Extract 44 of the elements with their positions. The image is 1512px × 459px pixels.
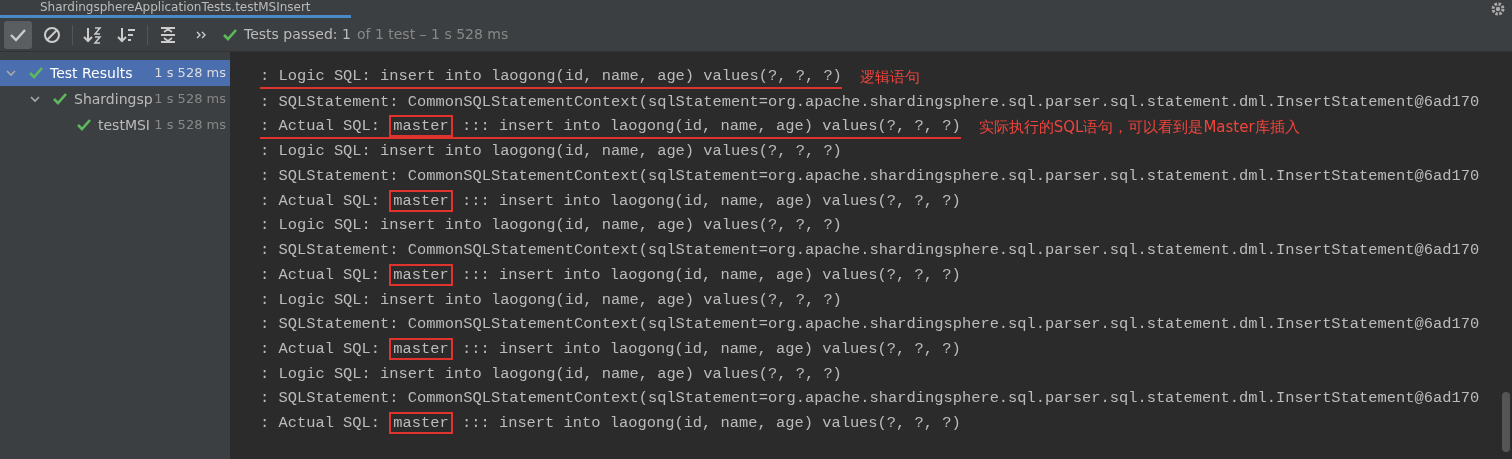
settings-icon[interactable] [1490, 1, 1506, 17]
console-line: : SQLStatement: CommonSQLStatementContext(sqlStatement=org.apache.shardingsphere.sql.parser.sql.statement.dml.InsertStatement@6ad170 [260, 166, 1480, 188]
data-source-name: master [389, 114, 453, 137]
console-line: : Logic SQL: insert into laogong(id, name, age) values(?, ?, ?) [260, 215, 842, 237]
console-line: : Logic SQL: insert into laogong(id, name, age) values(?, ?, ?) [260, 363, 842, 385]
check-icon [222, 28, 238, 42]
sort-by-duration-icon [117, 25, 137, 44]
tree-item[interactable]: Shardingsp 1 s 528 ms [0, 86, 230, 112]
console-line: : SQLStatement: CommonSQLStatementContext(sqlStatement=org.apache.shardingsphere.sql.parser.sql.statement.dml.InsertStatement@6ad170 [260, 240, 1480, 262]
tree-item[interactable]: testMSI 1 s 528 ms [0, 112, 230, 138]
data-source-name: master [389, 263, 453, 286]
expand-collapse-icon [159, 25, 177, 44]
data-source-name: master [389, 189, 453, 212]
show-ignored-icon [43, 25, 61, 44]
console-line: : Logic SQL: insert into laogong(id, name, age) values(?, ?, ?) [260, 289, 842, 311]
annotation-note: 逻辑语句 [859, 67, 920, 89]
console-line: : Logic SQL: insert into laogong(id, name, age) values(?, ?, ?) [260, 141, 842, 163]
scrollbar-thumb[interactable] [1502, 392, 1510, 452]
console-line: : Actual SQL: [260, 265, 382, 284]
console-line: ::: insert into laogong(id, name, age) values(?, ?, ?) [460, 265, 961, 284]
more-chevron-icon [196, 29, 208, 40]
data-source-name: master [389, 337, 453, 360]
console-line: ::: insert into laogong(id, name, age) values(?, ?, ?) [460, 191, 961, 210]
console-line: ::: insert into laogong(id, name, age) values(?, ?, ?) [460, 339, 961, 358]
console-line: : SQLStatement: CommonSQLStatementContext(sqlStatement=org.apache.shardingsphere.sql.parser.sql.statement.dml.InsertStatement@6ad170 [260, 92, 1480, 114]
show-passed-button[interactable] [4, 20, 32, 49]
console-line: : Actual SQL: [260, 116, 382, 135]
console-line: : Actual SQL: [260, 339, 382, 358]
console-line: : Actual SQL: [260, 413, 382, 432]
console-line: : SQLStatement: CommonSQLStatementContext(sqlStatement=org.apache.shardingsphere.sql.parser.sql.statement.dml.InsertStatement@6ad170 [260, 314, 1480, 336]
tree-item[interactable]: Test Results 1 s 528 ms [0, 60, 230, 86]
check-icon [76, 118, 92, 132]
check-icon [28, 66, 44, 80]
status-detail: of 1 test – 1 s 528 ms [356, 25, 509, 44]
console-line: ::: insert into laogong(id, name, age) values(?, ?, ?) [460, 116, 961, 135]
console-line: : Actual SQL: [260, 191, 382, 210]
console-line: : SQLStatement: CommonSQLStatementContext(sqlStatement=org.apache.shardingsphere.sql.parser.sql.statement.dml.InsertStatement@6ad170 [260, 388, 1480, 410]
data-source-name: master [389, 411, 453, 434]
console-line: : Logic SQL: insert into laogong(id, name, age) values(?, ?, ?) [260, 65, 842, 90]
console-line: ::: insert into laogong(id, name, age) values(?, ?, ?) [460, 413, 961, 432]
status-text: Tests passed: 1 [244, 25, 351, 44]
annotation-note: 实际执行的SQL语句，可以看到是Master库插入 [978, 116, 1300, 138]
sort-alphabetically-icon [83, 25, 103, 44]
check-icon [52, 92, 68, 106]
